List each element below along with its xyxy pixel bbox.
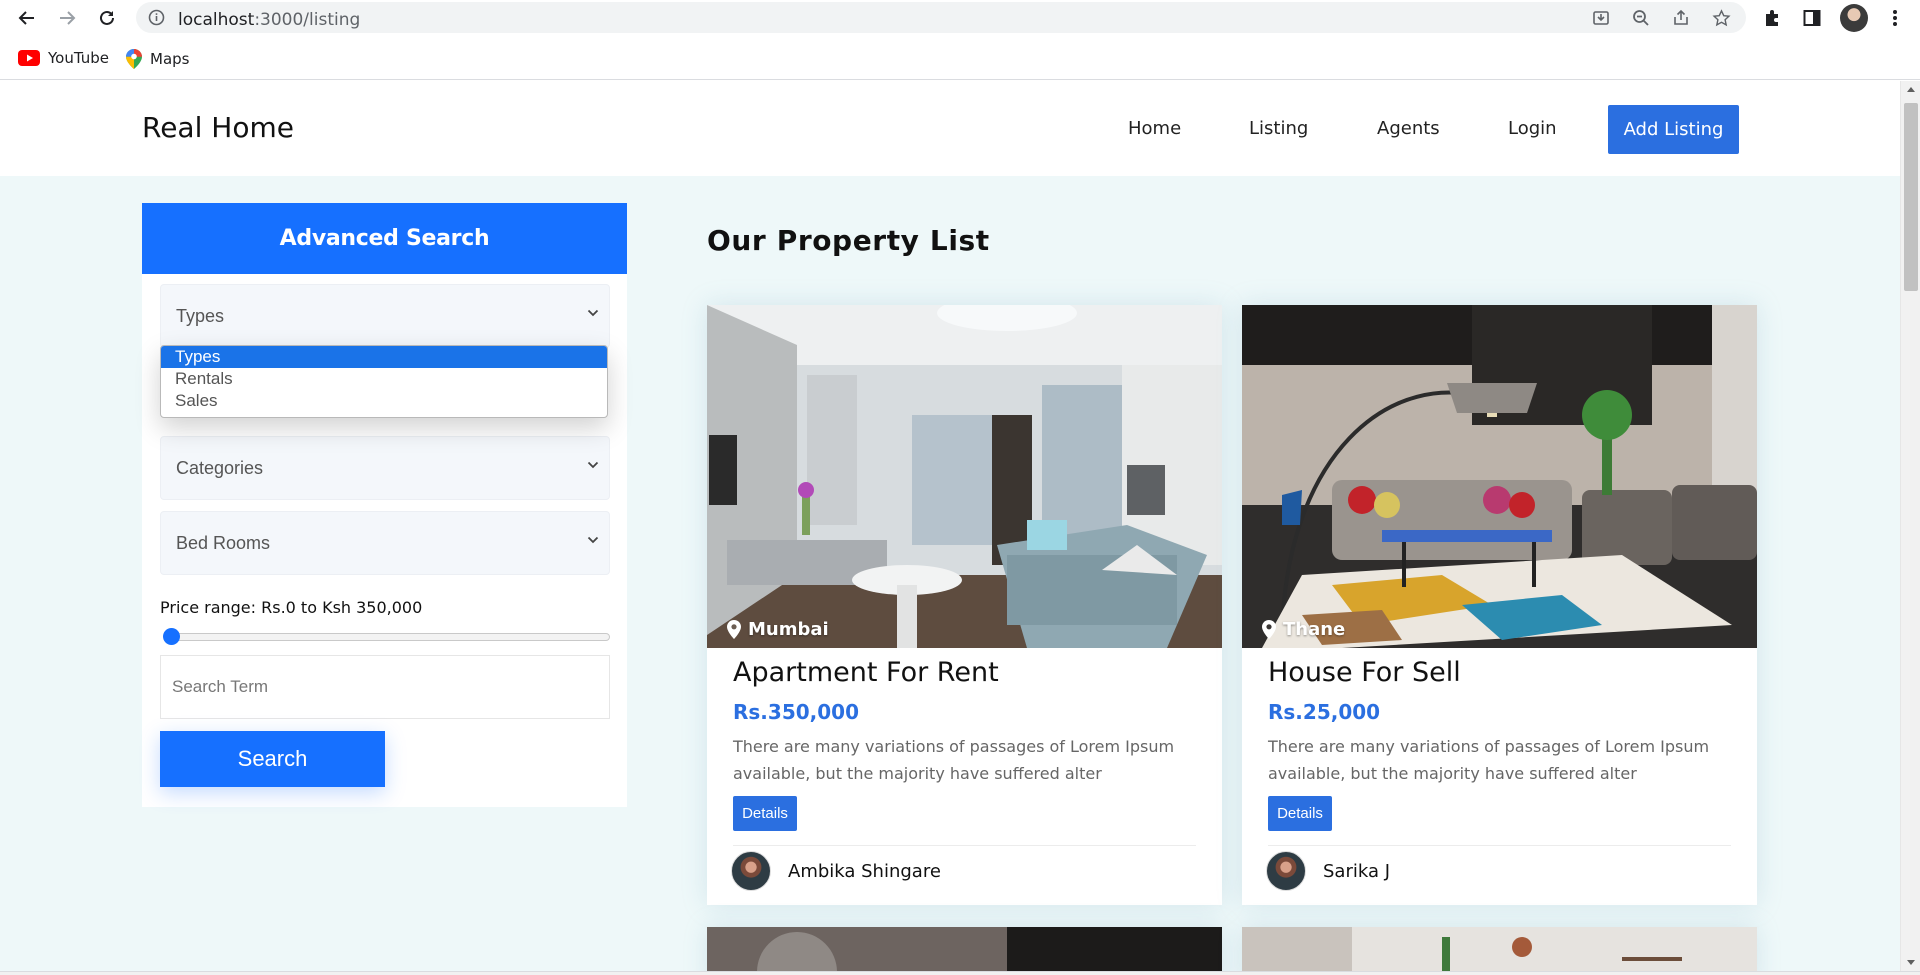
property-card-partial — [707, 927, 1222, 971]
price-slider-track[interactable] — [168, 633, 610, 641]
location-label: Thane — [1262, 619, 1345, 640]
extensions-puzzle-icon[interactable] — [1760, 6, 1784, 30]
advanced-search-panel: Advanced Search Types Categories Bed Roo… — [142, 203, 627, 807]
search-button[interactable]: Search — [160, 731, 385, 787]
side-panel-icon[interactable] — [1800, 6, 1824, 30]
map-marker-icon — [727, 620, 741, 639]
brand-logo[interactable]: Real Home — [142, 111, 294, 144]
property-image-partial[interactable] — [707, 927, 1222, 971]
details-button[interactable]: Details — [1268, 796, 1332, 831]
details-button[interactable]: Details — [733, 796, 797, 831]
search-term-field[interactable] — [160, 655, 610, 719]
types-dropdown-list: Types Rentals Sales — [160, 345, 608, 418]
property-price: Rs.25,000 — [1268, 700, 1381, 724]
url-host: localhost — [178, 10, 255, 30]
scroll-up-icon[interactable] — [1907, 87, 1915, 92]
types-option-types[interactable]: Types — [161, 346, 607, 368]
agent-name[interactable]: Sarika J — [1323, 861, 1390, 882]
browser-toolbar: localhost:3000/listing — [0, 0, 1920, 36]
search-term-input[interactable] — [161, 656, 609, 718]
types-option-rentals[interactable]: Rentals — [161, 368, 607, 390]
property-card: Thane House For Sell Rs.25,000 There are… — [1242, 305, 1757, 905]
advanced-search-title: Advanced Search — [142, 203, 627, 274]
types-select-value: Types — [176, 306, 225, 326]
price-range-label: Price range: Rs.0 to Ksh 350,000 — [160, 598, 423, 617]
map-marker-icon — [1262, 620, 1276, 639]
property-card-partial — [1242, 927, 1757, 971]
url-path: :3000/listing — [254, 10, 361, 30]
scrollbar-thumb[interactable] — [1904, 103, 1918, 291]
card-divider — [1268, 845, 1731, 846]
site-header: Real Home Home Listing Agents Login Add … — [0, 81, 1900, 176]
share-icon[interactable] — [1671, 8, 1691, 28]
bookmarks-bar: YouTube Maps — [0, 36, 1920, 80]
maps-pin-icon — [126, 49, 142, 69]
scroll-down-icon[interactable] — [1907, 960, 1915, 965]
forward-arrow-icon — [60, 11, 76, 25]
chevron-down-icon — [587, 461, 599, 469]
property-image-lounge[interactable] — [1242, 305, 1757, 648]
chevron-down-icon — [587, 309, 599, 317]
property-title[interactable]: Apartment For Rent — [733, 657, 999, 688]
nav-agents[interactable]: Agents — [1377, 118, 1440, 139]
agent-avatar[interactable] — [1266, 851, 1306, 891]
nav-login[interactable]: Login — [1508, 118, 1557, 139]
card-divider — [733, 845, 1196, 846]
property-title[interactable]: House For Sell — [1268, 657, 1461, 688]
nav-home[interactable]: Home — [1128, 118, 1181, 139]
site-info-icon[interactable] — [148, 9, 165, 31]
property-price: Rs.350,000 — [733, 700, 859, 724]
location-name: Thane — [1283, 619, 1346, 640]
bedrooms-select[interactable]: Bed Rooms — [160, 511, 610, 575]
window-bottom-edge — [0, 971, 1920, 975]
reload-button[interactable] — [94, 5, 120, 31]
agent-name[interactable]: Ambika Shingare — [788, 861, 941, 882]
types-select[interactable]: Types — [160, 284, 610, 348]
browser-menu-icon[interactable] — [1883, 6, 1907, 30]
address-bar[interactable]: localhost:3000/listing — [136, 2, 1746, 33]
youtube-icon — [18, 50, 40, 66]
agent-avatar[interactable] — [731, 851, 771, 891]
property-image-partial[interactable] — [1242, 927, 1757, 971]
location-name: Mumbai — [748, 619, 829, 640]
bookmark-maps-label: Maps — [150, 50, 190, 68]
property-image-living-room[interactable] — [707, 305, 1222, 648]
property-description: There are many variations of passages of… — [1268, 737, 1710, 783]
location-label: Mumbai — [727, 619, 829, 640]
property-description: There are many variations of passages of… — [733, 737, 1175, 783]
types-option-sales[interactable]: Sales — [161, 390, 607, 412]
categories-select-value: Categories — [176, 458, 264, 478]
bookmark-youtube-label: YouTube — [48, 49, 109, 67]
forward-button[interactable] — [54, 5, 80, 31]
property-list-title: Our Property List — [707, 224, 990, 257]
back-arrow-icon — [18, 11, 34, 25]
price-slider-handle[interactable] — [163, 628, 180, 645]
categories-select[interactable]: Categories — [160, 436, 610, 500]
zoom-icon[interactable] — [1631, 8, 1651, 28]
nav-listing[interactable]: Listing — [1249, 118, 1308, 139]
page-viewport: Real Home Home Listing Agents Login Add … — [0, 81, 1900, 971]
add-listing-button[interactable]: Add Listing — [1608, 105, 1739, 154]
bookmark-youtube[interactable]: YouTube — [18, 49, 109, 67]
profile-avatar[interactable] — [1840, 4, 1868, 32]
property-card: Mumbai Apartment For Rent Rs.350,000 The… — [707, 305, 1222, 905]
url-text: localhost:3000/listing — [178, 10, 360, 30]
reload-icon — [100, 10, 114, 25]
bedrooms-select-value: Bed Rooms — [176, 533, 271, 553]
chevron-down-icon — [587, 536, 599, 544]
bookmark-maps[interactable]: Maps — [126, 49, 189, 69]
back-button[interactable] — [14, 5, 40, 31]
install-app-icon[interactable] — [1591, 8, 1611, 28]
page-scrollbar[interactable] — [1900, 81, 1920, 971]
bookmark-star-icon[interactable] — [1711, 8, 1731, 28]
